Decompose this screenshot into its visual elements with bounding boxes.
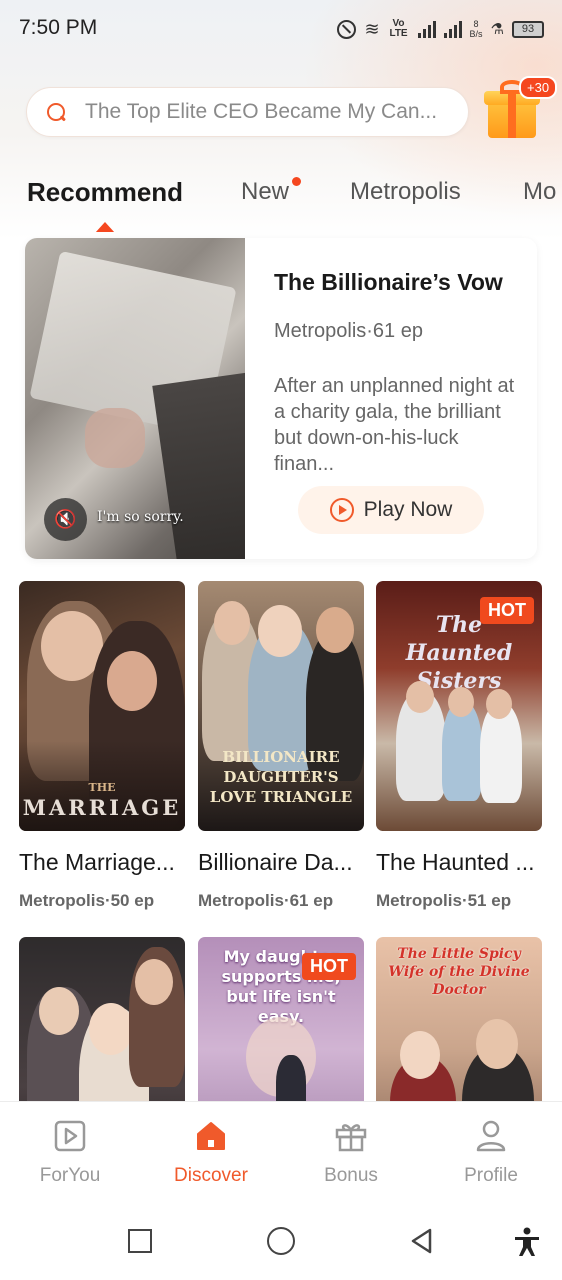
video-frame-hand	[85, 408, 145, 468]
gift-ribbon	[508, 91, 516, 138]
gift-button[interactable]: +30	[484, 76, 558, 142]
signal-icon-2	[443, 20, 462, 38]
nav-label: ForYou	[39, 1165, 101, 1186]
gift-badge: +30	[519, 76, 558, 99]
network-speed: 8 B/s	[470, 19, 483, 39]
video-subtitle: I'm so sorry.	[97, 509, 184, 525]
cover-face	[107, 651, 157, 711]
cover-face	[486, 689, 512, 719]
search-placeholder: The Top Elite CEO Became My Can...	[85, 100, 438, 123]
cover-title: MARRIAGE	[22, 795, 182, 820]
cover-face	[400, 1031, 440, 1079]
new-dot-badge	[292, 177, 301, 186]
featured-title: The Billionaire’s Vow	[274, 269, 503, 295]
nav-label: Discover	[174, 1165, 248, 1186]
search-icon	[45, 101, 67, 123]
tab-indicator	[95, 222, 115, 232]
drama-cover[interactable]: BILLIONAIRE DAUGHTER'S LOVE TRIANGLE	[198, 581, 364, 831]
system-navigation	[0, 1203, 562, 1280]
person-icon	[476, 1120, 506, 1152]
gift-icon	[335, 1124, 367, 1152]
play-now-button[interactable]: Play Now	[298, 486, 484, 534]
featured-description: After an unplanned night at a charity ga…	[274, 375, 515, 475]
cover-face	[406, 681, 434, 713]
do-not-disturb-icon	[337, 19, 357, 39]
status-icons: ≋ Vo LTE 8 B/s ⚗ 93	[337, 16, 544, 42]
nav-discover[interactable]: Discover	[141, 1102, 281, 1204]
cover-title: The Little Spicy Wife of the Divine Doct…	[388, 946, 530, 998]
drama-cover[interactable]: THE MARRIAGE	[19, 581, 185, 831]
play-square-icon	[54, 1120, 86, 1152]
nav-profile[interactable]: Profile	[421, 1102, 561, 1204]
home-icon	[197, 1122, 225, 1150]
hot-badge: HOT	[480, 597, 534, 624]
signal-icon	[417, 20, 436, 38]
featured-card[interactable]: 🔇 I'm so sorry. The Billionaire’s Vow Me…	[25, 238, 537, 559]
nav-foryou[interactable]: ForYou	[0, 1102, 140, 1204]
home-circle-icon[interactable]	[267, 1227, 295, 1255]
play-now-label: Play Now	[363, 498, 453, 521]
bottom-navigation: ForYou Discover Bonus Profile	[0, 1101, 562, 1203]
cover-subtext: THE	[88, 781, 116, 794]
mute-icon[interactable]: 🔇	[44, 498, 87, 541]
drama-meta: Metropolis·61 ep	[198, 891, 334, 910]
wifi-icon: ≋	[364, 18, 380, 39]
search-bar[interactable]: The Top Elite CEO Became My Can...	[26, 87, 469, 137]
cover-face	[316, 607, 354, 653]
drama-title: The Marriage...	[19, 849, 175, 875]
video-frame-sleeve	[152, 371, 245, 559]
volte-icon: Vo LTE	[389, 18, 408, 39]
accessibility-icon[interactable]	[513, 1227, 541, 1257]
recents-icon[interactable]	[128, 1229, 152, 1253]
cover-face	[476, 1019, 518, 1069]
cover-face	[214, 601, 250, 645]
featured-video[interactable]: 🔇 I'm so sorry.	[25, 238, 245, 559]
drama-cover[interactable]: The Haunted Sisters HOT	[376, 581, 542, 831]
back-icon[interactable]	[408, 1227, 436, 1255]
drama-title: Billionaire Da...	[198, 849, 353, 875]
battery-icon: 93	[512, 20, 544, 38]
featured-info: The Billionaire’s Vow Metropolis·61 ep A…	[274, 238, 529, 559]
status-bar: 7:50 PM ≋ Vo LTE 8 B/s ⚗ 93	[0, 0, 562, 56]
nav-label: Bonus	[324, 1165, 378, 1186]
alarm-icon: ⚗	[490, 21, 504, 38]
play-icon	[329, 498, 354, 522]
cover-face	[89, 1003, 133, 1055]
drama-title: The Haunted ...	[376, 849, 535, 875]
tab-metropolis[interactable]: Metropolis	[350, 178, 461, 206]
tab-more[interactable]: Mo	[523, 178, 556, 206]
tab-new[interactable]: New	[241, 178, 289, 206]
status-time: 7:50 PM	[19, 16, 98, 39]
tab-recommend[interactable]: Recommend	[27, 177, 183, 208]
cover-title: BILLIONAIRE DAUGHTER'S LOVE TRIANGLE	[209, 748, 353, 806]
drama-meta: Metropolis·51 ep	[376, 891, 512, 910]
cover-face	[135, 959, 173, 1005]
nav-label: Profile	[464, 1165, 518, 1186]
hot-badge: HOT	[302, 953, 356, 980]
speed-unit: B/s	[469, 29, 483, 39]
nav-bonus[interactable]: Bonus	[281, 1102, 421, 1204]
cover-face	[39, 987, 79, 1035]
category-tabs: Recommend New Metropolis Mo	[0, 172, 562, 232]
featured-meta: Metropolis·61 ep	[274, 320, 423, 342]
cover-face	[258, 605, 302, 657]
drama-meta: Metropolis·50 ep	[19, 891, 155, 910]
cover-face	[448, 687, 474, 717]
speed-value: 8	[473, 19, 479, 29]
